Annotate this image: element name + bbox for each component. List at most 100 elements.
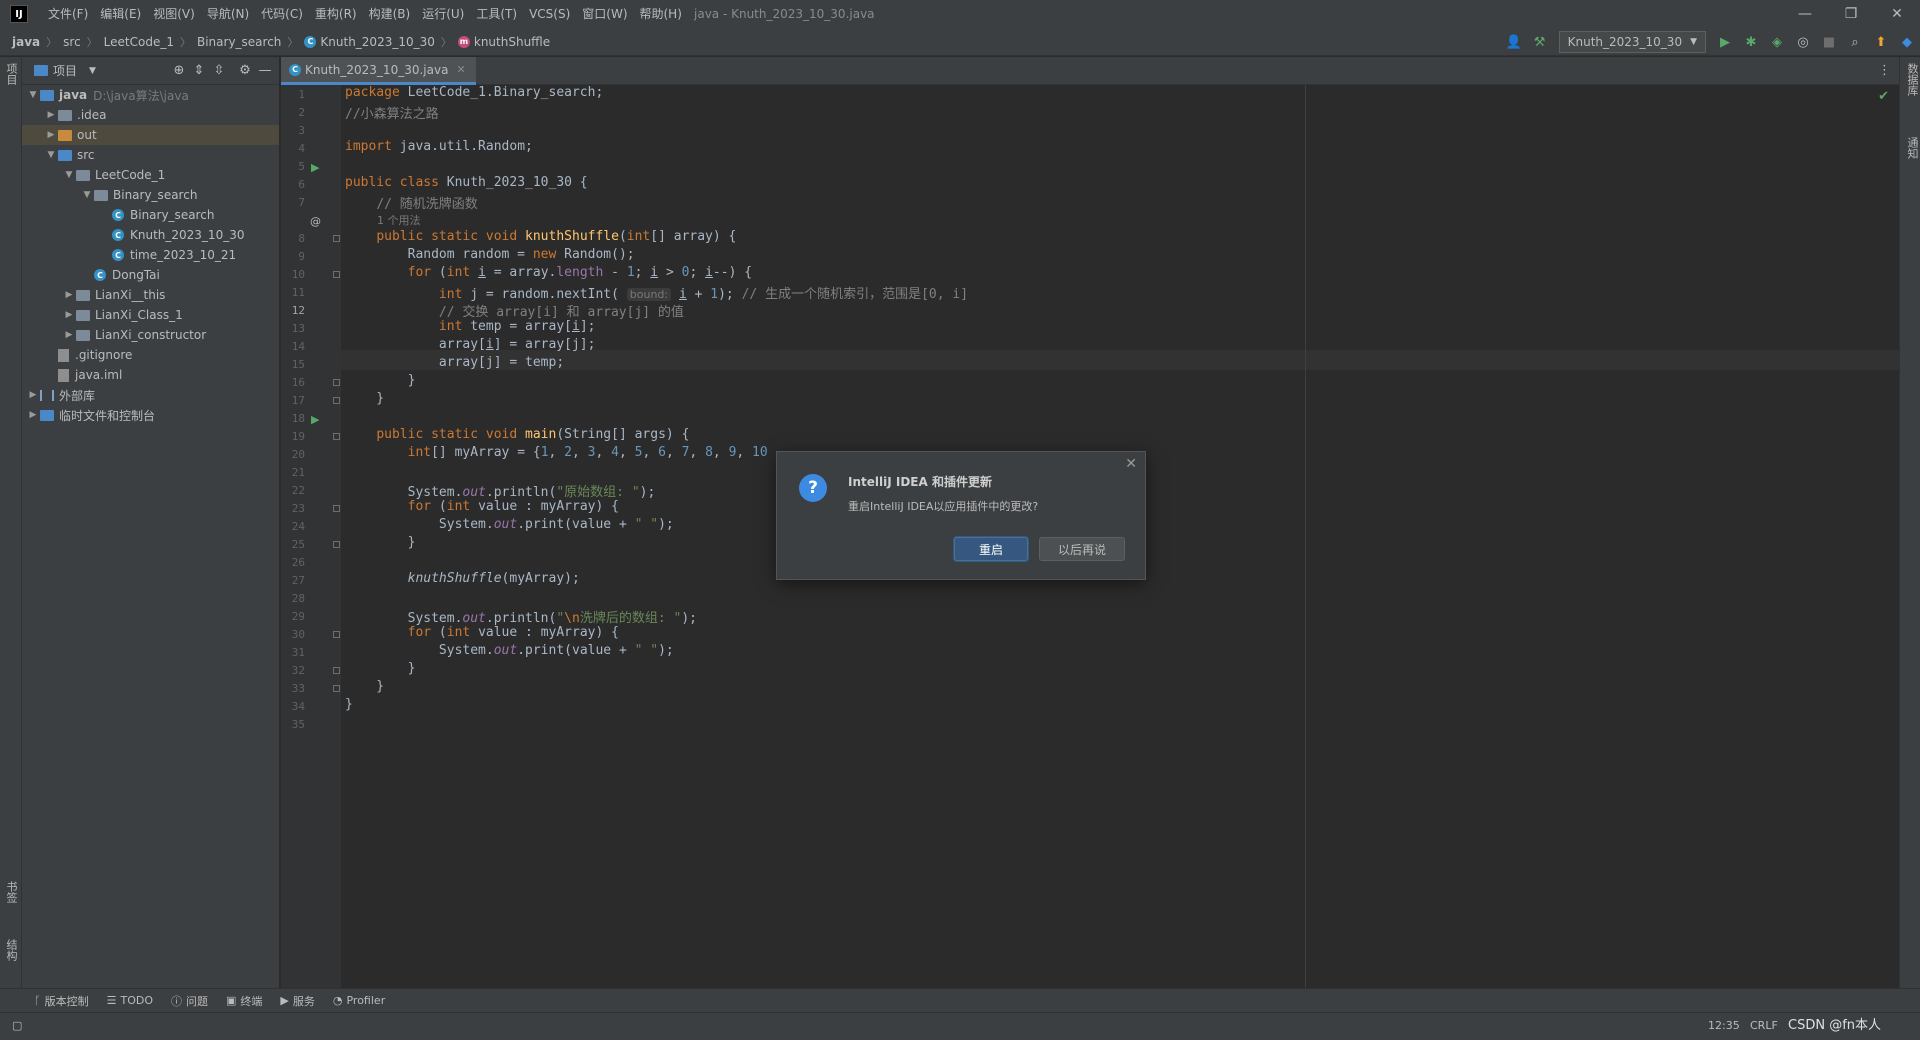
terminal-tool[interactable]: ▣ 终端 bbox=[226, 993, 262, 1009]
run-config-select[interactable]: Knuth_2023_10_30 ▼ bbox=[1558, 31, 1706, 53]
menu-item[interactable]: 编辑(E) bbox=[94, 0, 147, 28]
problems-tool[interactable]: ⓘ 问题 bbox=[171, 993, 208, 1009]
services-tool[interactable]: ▶ 服务 bbox=[280, 993, 314, 1009]
run-icon[interactable]: ▶ bbox=[1714, 31, 1736, 53]
more-tabs-icon[interactable]: ⋮ bbox=[1878, 57, 1891, 85]
menu-item[interactable]: 代码(C) bbox=[255, 0, 309, 28]
menu-item[interactable]: 窗口(W) bbox=[576, 0, 633, 28]
line-number[interactable]: 31 bbox=[281, 646, 305, 659]
line-number[interactable]: 10 bbox=[281, 268, 305, 281]
line-number[interactable]: 15 bbox=[281, 358, 305, 371]
line-number[interactable]: 34 bbox=[281, 700, 305, 713]
line-number[interactable]: 35 bbox=[281, 718, 305, 731]
collapse-all-icon[interactable]: ⇳ bbox=[209, 63, 229, 78]
fold-marker-icon[interactable] bbox=[333, 433, 340, 440]
tree-item[interactable]: ▶ .idea bbox=[22, 105, 279, 125]
breadcrumb-package[interactable]: LeetCode_1 bbox=[104, 35, 174, 49]
tree-item[interactable]: C Binary_search bbox=[22, 205, 279, 225]
editor-gutter[interactable]: 1 2 3 4 5 6 7 8 9 10 11 12 13 14 15 16 17 18 19 20 21 22 23 24 2… bbox=[281, 85, 341, 988]
structure-tool-tab[interactable]: 结构 bbox=[3, 939, 19, 961]
line-number[interactable]: 18 bbox=[281, 412, 305, 425]
line-number[interactable]: 2 bbox=[281, 106, 305, 119]
chevron-down-icon[interactable]: ▼ bbox=[80, 190, 94, 200]
tree-item[interactable]: .gitignore bbox=[22, 345, 279, 365]
line-number[interactable]: 24 bbox=[281, 520, 305, 533]
panel-toggle-icon[interactable]: ▢ bbox=[12, 1013, 22, 1039]
menu-item[interactable]: 重构(R) bbox=[309, 0, 363, 28]
line-number[interactable]: 12 bbox=[281, 304, 305, 317]
line-number[interactable]: 1 bbox=[281, 88, 305, 101]
tree-item[interactable]: ▶ 外部库 bbox=[22, 385, 279, 405]
run-gutter-icon[interactable]: ▶ bbox=[311, 413, 319, 426]
locate-icon[interactable]: ⊕ bbox=[169, 63, 189, 78]
fold-marker-icon[interactable] bbox=[333, 667, 340, 674]
line-number[interactable]: 16 bbox=[281, 376, 305, 389]
line-number[interactable]: 23 bbox=[281, 502, 305, 515]
todo-tool[interactable]: ☰ TODO bbox=[107, 994, 153, 1007]
chevron-right-icon[interactable]: ▶ bbox=[62, 310, 76, 320]
close-window-icon[interactable]: ✕ bbox=[1874, 0, 1920, 28]
search-icon[interactable]: ⌕ bbox=[1844, 31, 1866, 53]
chevron-right-icon[interactable]: ▶ bbox=[26, 410, 40, 420]
tree-item[interactable]: java.iml bbox=[22, 365, 279, 385]
line-separator[interactable]: CRLF bbox=[1750, 1013, 1778, 1039]
profiler-tool[interactable]: ◔ Profiler bbox=[333, 994, 385, 1007]
notifications-tool-tab[interactable]: 通知 bbox=[1904, 137, 1920, 159]
line-number[interactable]: 17 bbox=[281, 394, 305, 407]
intellij-logo-icon[interactable]: IJ bbox=[10, 5, 28, 23]
profile-icon[interactable]: ◎ bbox=[1792, 31, 1814, 53]
line-number[interactable]: 3 bbox=[281, 124, 305, 137]
chevron-right-icon[interactable]: ▶ bbox=[62, 290, 76, 300]
line-number[interactable]: 29 bbox=[281, 610, 305, 623]
close-icon[interactable]: ✕ bbox=[1125, 456, 1137, 472]
build-hammer-icon[interactable]: ⚒ bbox=[1529, 31, 1551, 53]
close-tab-icon[interactable]: ✕ bbox=[456, 63, 465, 76]
line-number[interactable]: 14 bbox=[281, 340, 305, 353]
menu-item[interactable]: 工具(T) bbox=[470, 0, 523, 28]
menu-item[interactable]: VCS(S) bbox=[523, 0, 576, 28]
tree-item[interactable]: ▶ LianXi_constructor bbox=[22, 325, 279, 345]
fold-marker-icon[interactable] bbox=[333, 379, 340, 386]
usage-hint[interactable]: 1 个用法 bbox=[377, 211, 421, 231]
breadcrumb-class[interactable]: C Knuth_2023_10_30 bbox=[304, 35, 435, 49]
line-number[interactable]: 28 bbox=[281, 592, 305, 605]
restart-button[interactable]: 重启 bbox=[954, 537, 1028, 561]
caret-position[interactable]: 12:35 bbox=[1708, 1013, 1740, 1039]
line-number[interactable]: 9 bbox=[281, 250, 305, 263]
tree-item[interactable]: ▶ out bbox=[22, 125, 279, 145]
line-number[interactable]: 33 bbox=[281, 682, 305, 695]
chevron-right-icon[interactable]: ▶ bbox=[26, 390, 40, 400]
menu-item[interactable]: 运行(U) bbox=[416, 0, 470, 28]
breadcrumb-project[interactable]: java bbox=[12, 35, 40, 49]
fold-marker-icon[interactable] bbox=[333, 397, 340, 404]
line-number[interactable]: 21 bbox=[281, 466, 305, 479]
breadcrumb-src[interactable]: src bbox=[63, 35, 81, 49]
line-number[interactable]: 11 bbox=[281, 286, 305, 299]
tree-item[interactable]: ▼ Binary_search bbox=[22, 185, 279, 205]
menu-item[interactable]: 视图(V) bbox=[147, 0, 201, 28]
tree-item[interactable]: ▶ LianXi_Class_1 bbox=[22, 305, 279, 325]
fold-marker-icon[interactable] bbox=[333, 271, 340, 278]
line-number[interactable]: 7 bbox=[281, 196, 305, 209]
line-number[interactable]: 32 bbox=[281, 664, 305, 677]
update-icon[interactable]: ⬆ bbox=[1870, 31, 1892, 53]
breadcrumb-subpackage[interactable]: Binary_search bbox=[197, 35, 281, 49]
run-gutter-icon[interactable]: ▶ bbox=[311, 161, 319, 174]
menu-item[interactable]: 帮助(H) bbox=[634, 0, 688, 28]
project-tool-tab[interactable]: 项目 bbox=[3, 63, 19, 85]
fold-marker-icon[interactable] bbox=[333, 541, 340, 548]
restore-icon[interactable]: ❐ bbox=[1828, 0, 1874, 28]
chevron-down-icon[interactable]: ▼ bbox=[26, 90, 40, 100]
tree-item[interactable]: ▶ 临时文件和控制台 bbox=[22, 405, 279, 425]
chevron-right-icon[interactable]: ▶ bbox=[44, 110, 58, 120]
version-control-tool[interactable]: ᚴ 版本控制 bbox=[34, 993, 89, 1009]
chevron-right-icon[interactable]: ▶ bbox=[44, 130, 58, 140]
tab-knuth-java[interactable]: C Knuth_2023_10_30.java ✕ bbox=[281, 57, 476, 85]
chevron-right-icon[interactable]: ▶ bbox=[62, 330, 76, 340]
line-number[interactable]: 26 bbox=[281, 556, 305, 569]
line-number[interactable]: 25 bbox=[281, 538, 305, 551]
plugin-logo-icon[interactable]: ◆ bbox=[1896, 31, 1918, 53]
chevron-down-icon[interactable]: ▼ bbox=[44, 150, 58, 160]
menu-item[interactable]: 导航(N) bbox=[201, 0, 255, 28]
line-number[interactable]: 27 bbox=[281, 574, 305, 587]
